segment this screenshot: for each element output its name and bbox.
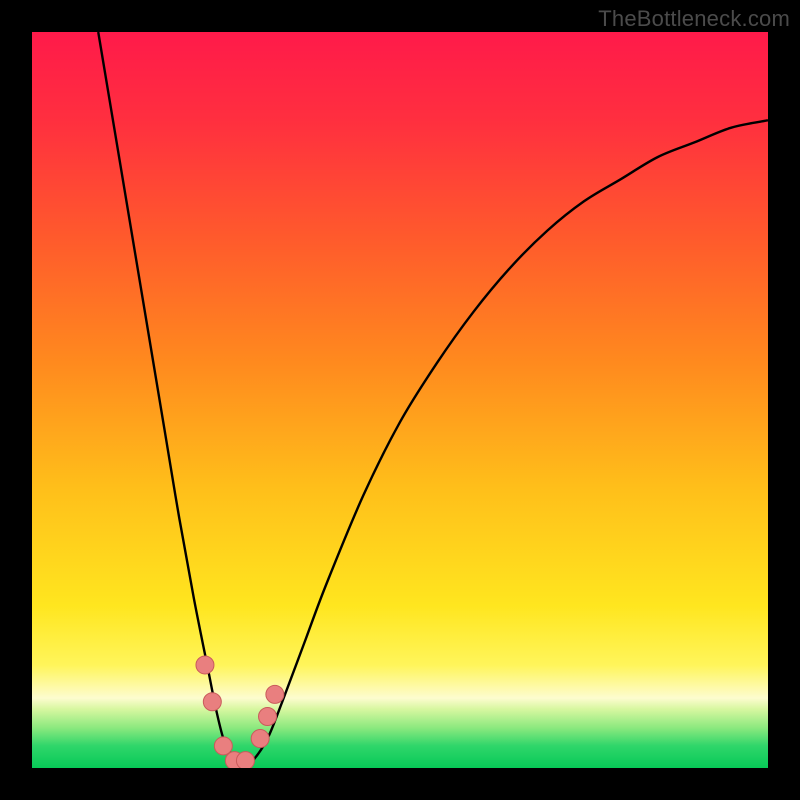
data-marker (259, 707, 277, 725)
data-marker (236, 752, 254, 768)
data-marker (266, 685, 284, 703)
data-marker (203, 693, 221, 711)
data-marker (196, 656, 214, 674)
bottleneck-curve (32, 32, 768, 768)
plot-area (32, 32, 768, 768)
chart-frame: TheBottleneck.com (0, 0, 800, 800)
watermark-text: TheBottleneck.com (598, 6, 790, 32)
data-marker (251, 730, 269, 748)
data-marker (214, 737, 232, 755)
